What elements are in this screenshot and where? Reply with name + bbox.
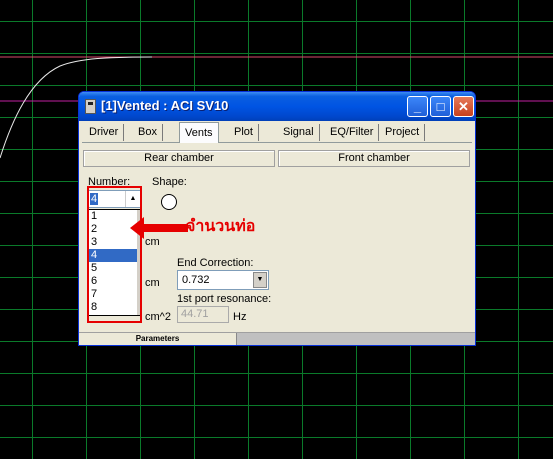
parameters-tab[interactable]: Parameters: [79, 333, 237, 345]
tab-bar: Driver Box Vents Plot Signal EQ/Filter P…: [82, 122, 472, 143]
shape-circle-option[interactable]: [161, 194, 177, 210]
tab-vents[interactable]: Vents: [179, 122, 219, 143]
first-port-resonance-field: 44.71: [177, 306, 229, 323]
unit-cm-label: cm: [145, 277, 160, 289]
unit-hz-label: Hz: [233, 311, 247, 323]
tab-plot[interactable]: Plot: [229, 124, 259, 141]
front-chamber-header[interactable]: Front chamber: [278, 150, 470, 167]
end-correction-select[interactable]: 0.732 ▼: [177, 270, 269, 290]
arrow-icon: [130, 217, 188, 239]
app-icon[interactable]: [85, 99, 96, 114]
chevron-down-icon[interactable]: ▼: [253, 272, 267, 288]
window-title: [1]Vented : ACI SV10: [101, 98, 229, 113]
shape-label: Shape:: [152, 176, 187, 188]
tab-eq-filter[interactable]: EQ/Filter: [325, 124, 380, 141]
close-button[interactable]: ✕: [453, 96, 474, 117]
first-port-resonance-label: 1st port resonance:: [177, 293, 272, 305]
rear-chamber-header[interactable]: Rear chamber: [83, 150, 275, 167]
tab-project[interactable]: Project: [380, 124, 426, 141]
minimize-button[interactable]: _: [407, 96, 428, 117]
status-bar: Parameters: [79, 332, 475, 345]
end-correction-value: 0.732: [182, 274, 210, 286]
tab-driver[interactable]: Driver: [84, 124, 125, 141]
maximize-button[interactable]: □: [430, 96, 451, 117]
unit-cm2-label: cm^2: [145, 311, 171, 323]
status-bar-filler: [237, 333, 475, 345]
tab-box[interactable]: Box: [133, 124, 163, 141]
end-correction-label: End Correction:: [177, 257, 254, 269]
tab-signal[interactable]: Signal: [278, 124, 320, 141]
highlight-box: [87, 186, 142, 323]
annotation-label: จำนวนท่อ: [186, 218, 256, 235]
title-bar[interactable]: [1]Vented : ACI SV10 _ □ ✕: [79, 92, 475, 121]
